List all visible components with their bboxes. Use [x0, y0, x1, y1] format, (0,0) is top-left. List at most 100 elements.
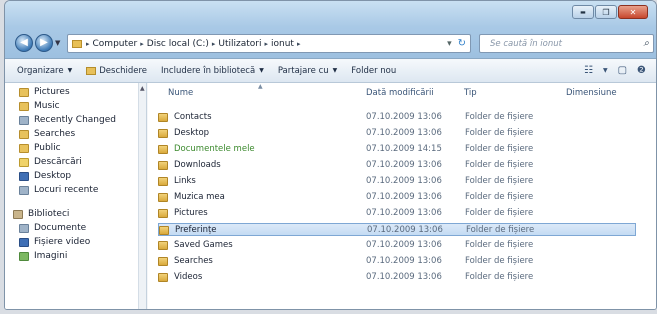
- sidebar-item-searches[interactable]: Searches: [5, 127, 146, 141]
- breadcrumb-separator[interactable]: ▸: [265, 40, 269, 48]
- table-row-selected[interactable]: Preferințe 07.10.2009 13:06 Folder de fi…: [158, 223, 636, 236]
- help-icon[interactable]: ❷: [637, 65, 646, 76]
- file-name: Desktop: [158, 128, 209, 138]
- sidebar-item-pictures[interactable]: Pictures: [5, 85, 146, 99]
- folder-icon: [19, 143, 29, 153]
- file-name-text: Desktop: [174, 128, 210, 138]
- file-name-text: Videos: [174, 272, 203, 282]
- file-type: Folder de fișiere: [465, 160, 534, 170]
- forward-arrow-icon: ▶: [40, 37, 48, 48]
- downloads-icon: [19, 157, 29, 167]
- minimize-button[interactable]: ▬: [572, 5, 594, 19]
- folder-icon: [158, 240, 168, 250]
- table-row[interactable]: Muzica mea 07.10.2009 13:06 Folder de fi…: [158, 191, 636, 204]
- file-name-text: Preferințe: [175, 225, 217, 235]
- chevron-down-icon[interactable]: ▼: [603, 67, 608, 74]
- sidebar-item-recent-places[interactable]: Locuri recente: [5, 183, 146, 197]
- column-header-type[interactable]: Tip: [464, 88, 477, 98]
- sidebar-item-desktop[interactable]: Desktop: [5, 169, 146, 183]
- file-type: Folder de fișiere: [465, 272, 534, 282]
- back-arrow-icon: ◀: [20, 37, 28, 48]
- column-header-date[interactable]: Dată modificării: [366, 88, 434, 98]
- table-row[interactable]: Contacts 07.10.2009 13:06 Folder de fiși…: [158, 111, 636, 124]
- sort-arrow-icon: ▲: [258, 83, 263, 90]
- folder-icon: [159, 225, 169, 235]
- sidebar-item-recently-changed[interactable]: Recently Changed: [5, 113, 146, 127]
- file-name: Preferințe: [159, 225, 217, 235]
- table-row[interactable]: Desktop 07.10.2009 13:06 Folder de fișie…: [158, 127, 636, 140]
- open-button[interactable]: Deschidere: [86, 66, 147, 76]
- maximize-button[interactable]: ❐: [595, 5, 617, 19]
- view-controls: ☷ ▼ ▢ ❷: [584, 65, 656, 76]
- folder-icon: [72, 39, 82, 48]
- file-date: 07.10.2009 13:06: [367, 225, 443, 235]
- music-icon: [19, 101, 29, 111]
- breadcrumb-separator[interactable]: ▸: [140, 40, 144, 48]
- refresh-icon[interactable]: ↻: [458, 38, 466, 49]
- new-folder-button[interactable]: Folder nou: [351, 66, 396, 76]
- address-dropdown-icon[interactable]: ▾: [447, 39, 452, 49]
- sidebar-item-label: Biblioteci: [28, 209, 70, 219]
- sidebar-scrollbar[interactable]: ▲: [138, 83, 146, 309]
- folder-icon: [158, 256, 168, 266]
- breadcrumb-separator: ▸: [86, 39, 90, 48]
- table-row[interactable]: Documentele mele 07.10.2009 14:15 Folder…: [158, 143, 636, 156]
- folder-icon: [158, 112, 168, 122]
- close-button[interactable]: ✕: [618, 5, 648, 19]
- address-bar[interactable]: ▸ Computer ▸ Disc local (C:) ▸ Utilizato…: [67, 34, 471, 53]
- include-library-button[interactable]: Includere în bibliotecă ▼: [161, 66, 264, 76]
- sidebar-item-images[interactable]: Imagini: [5, 249, 146, 263]
- libraries-icon: [13, 209, 23, 219]
- recent-places-icon: [19, 185, 29, 195]
- forward-button[interactable]: ▶: [35, 34, 53, 52]
- searches-icon: [19, 129, 29, 139]
- recent-pages-dropdown[interactable]: ▼: [55, 39, 63, 47]
- table-row[interactable]: Downloads 07.10.2009 13:06 Folder de fiș…: [158, 159, 636, 172]
- file-type: Folder de fișiere: [465, 176, 534, 186]
- sidebar-item-public[interactable]: Public: [5, 141, 146, 155]
- back-button[interactable]: ◀: [15, 34, 33, 52]
- organize-button[interactable]: Organizare ▼: [17, 66, 72, 76]
- table-row[interactable]: Videos 07.10.2009 13:06 Folder de fișier…: [158, 271, 636, 284]
- sidebar-item-music[interactable]: Music: [5, 99, 146, 113]
- sidebar-item-libraries[interactable]: Biblioteci: [5, 207, 146, 221]
- column-header-size[interactable]: Dimensiune: [566, 88, 617, 98]
- search-input[interactable]: Se caută în ionut ⌕: [479, 34, 654, 53]
- column-header-name[interactable]: Nume: [168, 88, 193, 98]
- share-button[interactable]: Partajare cu ▼: [278, 66, 337, 76]
- scroll-up-icon[interactable]: ▲: [140, 85, 145, 92]
- breadcrumb-ionut[interactable]: ionut: [271, 39, 294, 49]
- file-list: Nume ▲ Dată modificării Tip Dimensiune C…: [148, 83, 656, 309]
- breadcrumb-separator[interactable]: ▸: [212, 40, 216, 48]
- view-icon[interactable]: ☷: [584, 65, 593, 76]
- search-icon[interactable]: ⌕: [643, 38, 649, 49]
- chevron-down-icon: ▼: [67, 67, 73, 74]
- sidebar-item-videos[interactable]: Fișiere video: [5, 235, 146, 249]
- sidebar-item-label: Locuri recente: [34, 185, 99, 195]
- folder-icon: [158, 128, 168, 138]
- breadcrumb-separator[interactable]: ▸: [297, 40, 301, 48]
- breadcrumb-computer[interactable]: Computer: [93, 39, 138, 49]
- file-name: Pictures: [158, 208, 208, 218]
- sidebar-item-label: Desktop: [34, 171, 72, 181]
- file-name: Documentele mele: [158, 144, 255, 154]
- folder-icon: [158, 176, 168, 186]
- table-row[interactable]: Saved Games 07.10.2009 13:06 Folder de f…: [158, 239, 636, 252]
- sidebar-item-documents[interactable]: Documente: [5, 221, 146, 235]
- sidebar-item-downloads[interactable]: Descărcări: [5, 155, 146, 169]
- table-row[interactable]: Pictures 07.10.2009 13:06 Folder de fiși…: [158, 207, 636, 220]
- file-name: Contacts: [158, 112, 212, 122]
- organize-label: Organizare: [17, 65, 64, 76]
- close-icon: ✕: [629, 7, 637, 17]
- table-row[interactable]: Links 07.10.2009 13:06 Folder de fișiere: [158, 175, 636, 188]
- command-bar: Organizare ▼ Deschidere Includere în bib…: [5, 59, 656, 83]
- preview-pane-icon[interactable]: ▢: [618, 65, 627, 76]
- chevron-down-icon: ▼: [332, 67, 338, 74]
- breadcrumb-local-disk[interactable]: Disc local (C:): [147, 39, 209, 49]
- sidebar-item-label: Fișiere video: [34, 237, 91, 247]
- file-date: 07.10.2009 13:06: [366, 272, 442, 282]
- sidebar-item-label: Recently Changed: [34, 115, 116, 125]
- table-row[interactable]: Searches 07.10.2009 13:06 Folder de fiși…: [158, 255, 636, 268]
- file-date: 07.10.2009 14:15: [366, 144, 442, 154]
- breadcrumb-users[interactable]: Utilizatori: [218, 39, 261, 49]
